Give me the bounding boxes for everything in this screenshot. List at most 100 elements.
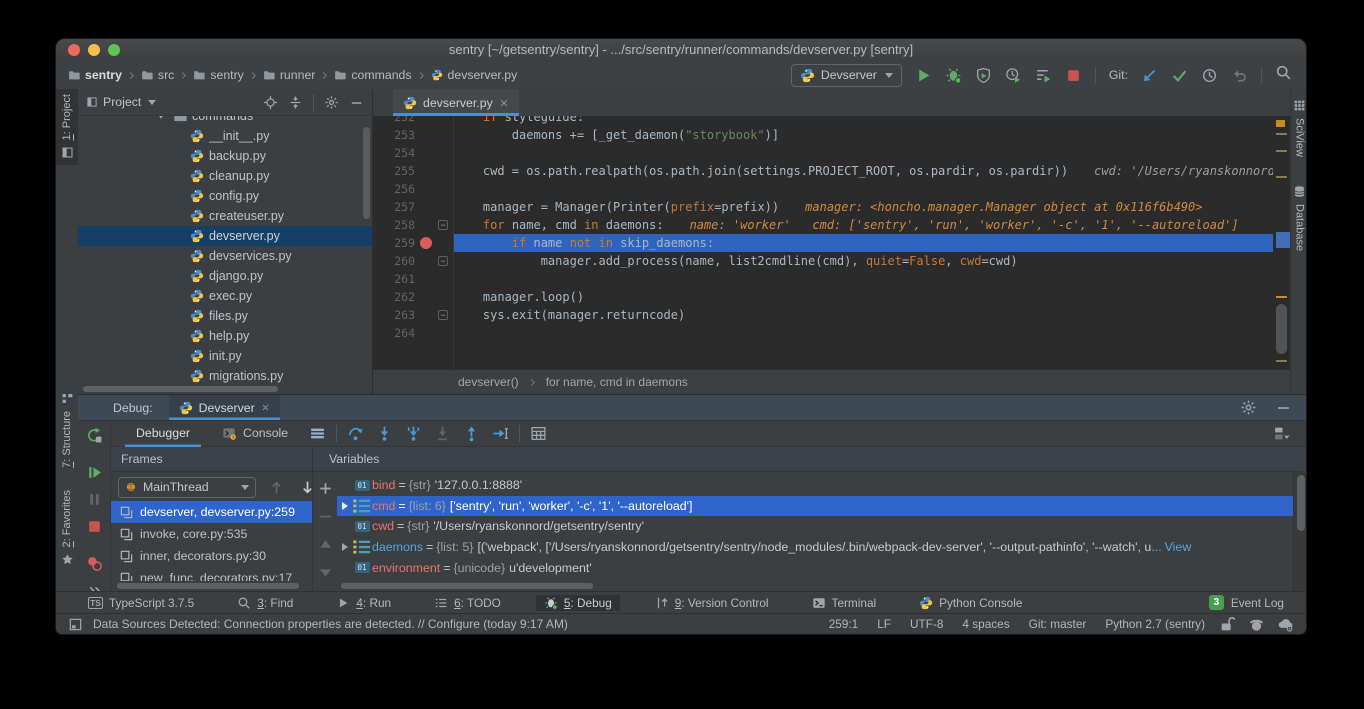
settings-button[interactable] — [1240, 399, 1257, 416]
step-over-button[interactable] — [347, 425, 364, 442]
tree-file-migrations.py[interactable]: migrations.py — [78, 366, 372, 386]
close-tab-icon[interactable] — [499, 98, 509, 108]
status-segment-utf-8[interactable]: UTF-8 — [910, 617, 943, 631]
zoom-window-button[interactable] — [108, 44, 120, 56]
step-out-button[interactable] — [463, 425, 480, 442]
restore-layout-icon[interactable] — [1273, 425, 1290, 442]
profile-button[interactable] — [1005, 67, 1022, 84]
add-button[interactable] — [317, 480, 334, 497]
status-segment-python-2-7-sentry-[interactable]: Python 2.7 (sentry) — [1105, 617, 1205, 631]
breakpoint-icon[interactable] — [420, 237, 432, 249]
status-message[interactable]: Data Sources Detected: Connection proper… — [93, 617, 568, 631]
tree-file-init.py[interactable]: init.py — [78, 346, 372, 366]
minimize-window-button[interactable] — [88, 44, 100, 56]
inspector-button[interactable] — [1248, 616, 1265, 633]
tab-debugger[interactable]: Debugger — [125, 420, 201, 447]
tree-file-help.py[interactable]: help.py — [78, 326, 372, 346]
variables-vertical-scrollbar[interactable] — [1293, 471, 1307, 591]
tree-file-files.py[interactable]: files.py — [78, 306, 372, 326]
tree-file-__init__.py[interactable]: __init__.py — [78, 126, 372, 146]
view-value-link[interactable]: View — [1165, 540, 1192, 554]
layout-settings-icon[interactable] — [309, 425, 326, 442]
tri-down-disabled-button[interactable] — [317, 564, 334, 581]
close-icon[interactable] — [261, 403, 270, 412]
stop-button[interactable] — [86, 518, 103, 535]
cloudgear-button[interactable] — [1277, 616, 1294, 633]
remove-disabled-button[interactable] — [317, 508, 334, 525]
sidebar-item-sciview[interactable]: SciView — [1293, 99, 1306, 157]
concurrency-button[interactable] — [1035, 67, 1052, 84]
tree-file-config.py[interactable]: config.py — [78, 186, 372, 206]
project-vertical-scrollbar[interactable] — [363, 127, 370, 219]
status-segment-259-1[interactable]: 259:1 — [829, 617, 859, 631]
variable-row-daemons[interactable]: daemons={list: 5}[('webpack', ['/Users/r… — [337, 537, 1294, 558]
hide-button[interactable] — [1275, 399, 1292, 416]
editor-breadcrumb-item[interactable]: devserver() — [458, 375, 519, 389]
editor-error-stripe[interactable] — [1273, 116, 1290, 370]
tab-console[interactable]: Console — [211, 420, 299, 447]
stop-button[interactable] — [1065, 67, 1082, 84]
thread-selector[interactable]: MainThread — [118, 477, 256, 498]
chevron-down-icon[interactable] — [148, 100, 156, 105]
code-line-252[interactable]: if styleguide: — [454, 116, 1273, 126]
toolwindow-button-6-todo[interactable]: 6: TODO — [426, 595, 509, 611]
locate-button[interactable] — [263, 95, 278, 110]
hide-button[interactable] — [349, 95, 364, 110]
debug-button[interactable] — [945, 67, 962, 84]
sidebar-item-database[interactable]: Database — [1293, 185, 1306, 251]
toolwindow-button-9-version-control[interactable]: 9: Version Control — [647, 595, 777, 611]
code-line-262[interactable]: manager.loop() — [454, 288, 1273, 306]
debug-session-tab[interactable]: Devserver — [169, 395, 280, 420]
variable-row-cwd[interactable]: 01cwd={str}'/Users/ryanskonnord/getsentr… — [337, 516, 1294, 537]
frame-row[interactable]: invoke, core.py:535 — [111, 523, 312, 545]
fold-marker-icon[interactable]: − — [438, 220, 448, 230]
code-line-254[interactable] — [454, 144, 1273, 162]
tool-window-toggle-icon[interactable] — [68, 617, 83, 632]
close-window-button[interactable] — [68, 44, 80, 56]
resume-button[interactable] — [86, 464, 103, 481]
toolwindow-button-5-debug[interactable]: 5: Debug — [536, 595, 620, 611]
toolwindow-button-python-console[interactable]: Python Console — [911, 595, 1030, 611]
update-button[interactable] — [1141, 67, 1158, 84]
sidebar-item-2-favorites[interactable]: 2: Favorites — [61, 490, 74, 566]
toolwindow-button-event-log[interactable]: 3Event Log — [1209, 595, 1284, 610]
code-line-264[interactable] — [454, 324, 1273, 342]
breadcrumb-item-devserver.py[interactable]: devserver.py — [429, 68, 520, 82]
code-line-253[interactable]: daemons += [_get_daemon("storybook")] — [454, 126, 1273, 144]
variable-row-environment[interactable]: 01environment={unicode}u'development' — [337, 557, 1294, 578]
rollback-button[interactable] — [1231, 67, 1248, 84]
tree-file-exec.py[interactable]: exec.py — [78, 286, 372, 306]
unlock-button[interactable] — [1219, 616, 1236, 633]
step-into-button[interactable] — [376, 425, 393, 442]
history-button[interactable] — [1201, 67, 1218, 84]
editor-tab-devserver[interactable]: devserver.py — [393, 89, 519, 116]
breadcrumb-item-src[interactable]: src — [139, 68, 176, 82]
tree-folder-commands[interactable]: commands — [78, 115, 372, 126]
breadcrumb-item-sentry[interactable]: sentry — [191, 68, 246, 82]
frame-row[interactable]: inner, decorators.py:30 — [111, 545, 312, 567]
force-step-into-button[interactable] — [405, 425, 422, 442]
code-editor[interactable]: 252253254255256257258−259260−261262263−2… — [373, 116, 1290, 370]
status-segment-4-spaces[interactable]: 4 spaces — [962, 617, 1009, 631]
code-line-257[interactable]: manager = Manager(Printer(prefix=prefix)… — [454, 198, 1273, 216]
run-button[interactable] — [915, 67, 932, 84]
toolwindow-button-typescript-3-7-5[interactable]: TSTypeScript 3.7.5 — [80, 595, 202, 611]
toolwindow-button-terminal[interactable]: Terminal — [804, 595, 885, 611]
tree-file-backup.py[interactable]: backup.py — [78, 146, 372, 166]
tree-file-django.py[interactable]: django.py — [78, 266, 372, 286]
code-line-261[interactable] — [454, 270, 1273, 288]
code-line-255[interactable]: cwd = os.path.realpath(os.path.join(sett… — [454, 162, 1273, 180]
run-to-cursor-button[interactable] — [492, 425, 509, 442]
sidebar-item-7-structure[interactable]: 7: Structure — [61, 392, 74, 468]
titlebar[interactable]: sentry [~/getsentry/sentry] - .../src/se… — [56, 39, 1306, 62]
editor-breadcrumb-item[interactable]: for name, cmd in daemons — [546, 375, 688, 389]
variable-row-cmd[interactable]: cmd={list: 6}['sentry', 'run', 'worker',… — [337, 496, 1294, 517]
variable-row-bind[interactable]: 01bind={str}'127.0.0.1:8888' — [337, 475, 1294, 496]
code-line-259[interactable]: if name not in skip_daemons: — [454, 234, 1273, 252]
tree-file-devservices.py[interactable]: devservices.py — [78, 246, 372, 266]
variables-horizontal-scrollbar[interactable] — [341, 583, 593, 589]
commit-button[interactable] — [1171, 67, 1188, 84]
run-configuration-selector[interactable]: Devserver — [791, 64, 902, 87]
tree-file-createuser.py[interactable]: createuser.py — [78, 206, 372, 226]
expand-arrow-icon[interactable] — [337, 502, 352, 510]
